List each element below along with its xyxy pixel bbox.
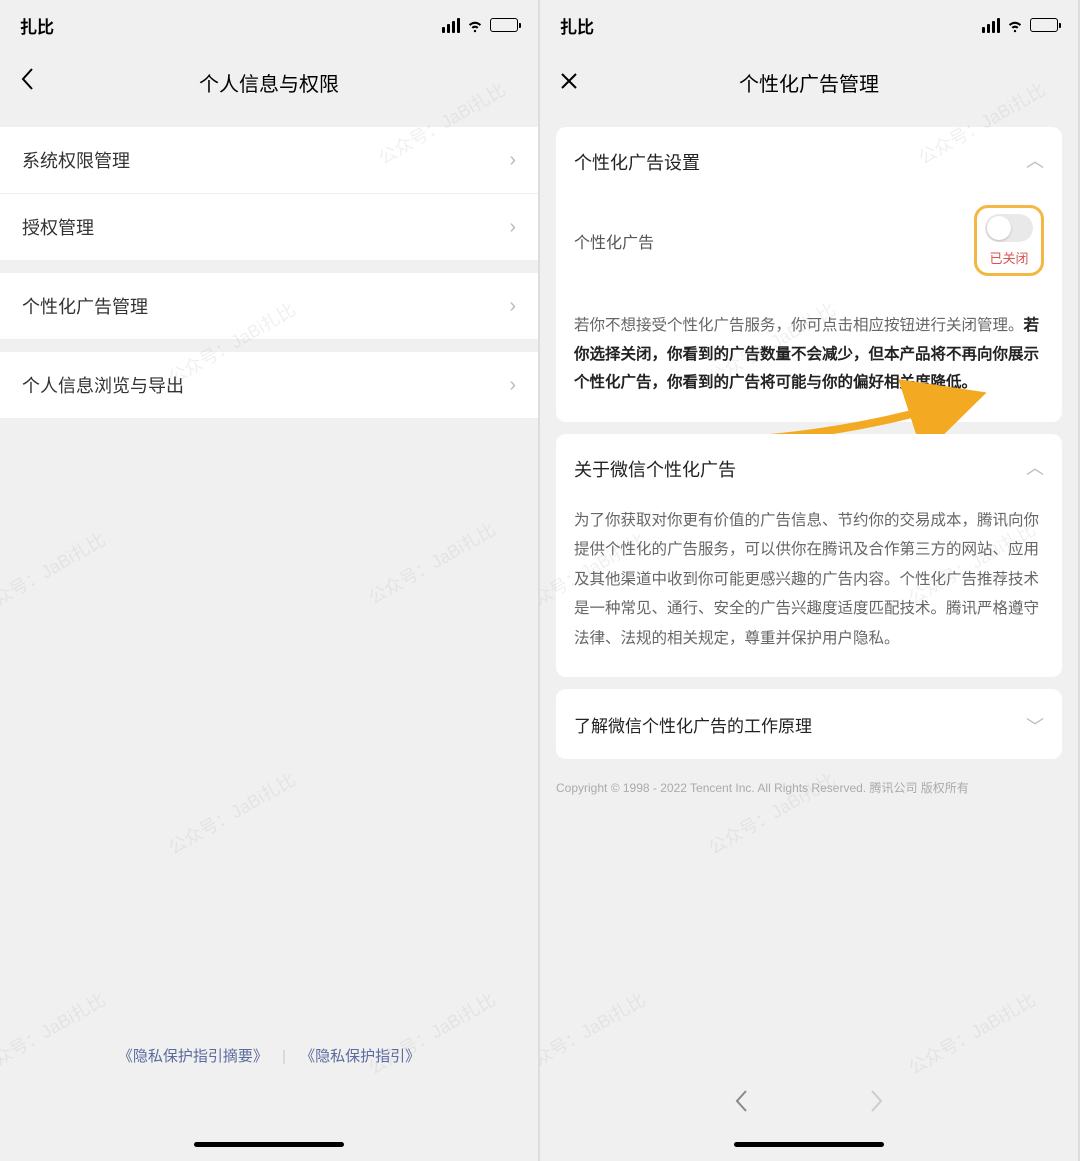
section-header[interactable]: 了解微信个性化广告的工作原理 ︿: [574, 711, 1044, 737]
separator: |: [282, 1048, 286, 1065]
personalized-ads-toggle[interactable]: [985, 214, 1033, 242]
toggle-label: 个性化广告: [574, 229, 654, 253]
battery-icon: [1030, 18, 1058, 32]
nav-bar: 个性化广告管理: [540, 50, 1078, 115]
chevron-right-icon: ›: [509, 295, 516, 318]
section-body: 为了你获取对你更有价值的广告信息、节约你的交易成本，腾讯向你提供个性化的广告服务…: [574, 506, 1044, 653]
back-button[interactable]: [20, 67, 34, 98]
toggle-row: 个性化广告 已关闭: [574, 205, 1044, 276]
link-privacy-guide[interactable]: 《隐私保护指引》: [300, 1048, 420, 1065]
chevron-up-icon: ︿: [1026, 454, 1044, 480]
carrier-label: 扎比: [560, 13, 594, 38]
chevron-right-icon: ›: [509, 216, 516, 239]
nav-back-icon[interactable]: [733, 1088, 749, 1121]
item-personalized-ads[interactable]: 个性化广告管理 ›: [0, 273, 538, 340]
signal-icon: [982, 18, 1000, 33]
signal-icon: [442, 18, 460, 33]
toggle-state-label: 已关闭: [989, 248, 1028, 267]
header-label: 个性化广告设置: [574, 149, 700, 175]
section-description: 若你不想接受个性化广告服务，你可点击相应按钮进行关闭管理。若你选择关闭，你看到的…: [574, 312, 1044, 398]
wifi-icon: [466, 16, 484, 34]
screen-permissions: 扎比 个人信息与权限 系统权限管理 › 授权管理 › 个性化广告管理 › 个人信…: [0, 0, 540, 1161]
chevron-down-icon: ︿: [1026, 713, 1044, 739]
chevron-up-icon: ︿: [1026, 147, 1044, 173]
card-about-ads: 关于微信个性化广告 ︿ 为了你获取对你更有价值的广告信息、节约你的交易成本，腾讯…: [556, 434, 1062, 677]
chevron-right-icon: ›: [509, 374, 516, 397]
page-title: 个人信息与权限: [199, 68, 339, 97]
status-icons: [442, 16, 518, 34]
carrier-label: 扎比: [20, 13, 54, 38]
toggle-knob: [987, 216, 1011, 240]
header-label: 了解微信个性化广告的工作原理: [574, 712, 812, 737]
item-label: 授权管理: [22, 214, 94, 240]
close-button[interactable]: [560, 70, 578, 96]
desc-plain: 若你不想接受个性化广告服务，你可点击相应按钮进行关闭管理。: [574, 317, 1024, 334]
status-bar: 扎比: [540, 0, 1078, 50]
wifi-icon: [1006, 16, 1024, 34]
chevron-right-icon: ›: [509, 149, 516, 172]
header-label: 关于微信个性化广告: [574, 456, 736, 482]
status-bar: 扎比: [0, 0, 538, 50]
nav-forward-icon[interactable]: [869, 1088, 885, 1121]
page-title: 个性化广告管理: [739, 68, 879, 97]
nav-bar: 个人信息与权限: [0, 50, 538, 115]
toggle-highlight: 已关闭: [974, 205, 1044, 276]
item-system-permissions[interactable]: 系统权限管理 ›: [0, 127, 538, 194]
item-label: 系统权限管理: [22, 147, 130, 173]
section-header[interactable]: 关于微信个性化广告 ︿: [574, 456, 1044, 482]
status-icons: [982, 16, 1058, 34]
item-info-export[interactable]: 个人信息浏览与导出 ›: [0, 352, 538, 419]
bottom-links: 《隐私保护指引摘要》 | 《隐私保护指引》: [0, 1045, 538, 1066]
section-header[interactable]: 个性化广告设置 ︿: [574, 149, 1044, 175]
item-label: 个人信息浏览与导出: [22, 372, 184, 398]
home-indicator[interactable]: [194, 1142, 344, 1147]
battery-icon: [490, 18, 518, 32]
item-auth-management[interactable]: 授权管理 ›: [0, 194, 538, 261]
bottom-nav: [540, 1088, 1078, 1121]
card-how-it-works[interactable]: 了解微信个性化广告的工作原理 ︿: [556, 689, 1062, 759]
card-ad-settings: 个性化广告设置 ︿ 个性化广告 已关闭 若你不想接受个性化广告服务，你可点击相应…: [556, 127, 1062, 422]
link-privacy-summary[interactable]: 《隐私保护指引摘要》: [118, 1048, 268, 1065]
copyright: Copyright © 1998 - 2022 Tencent Inc. All…: [556, 779, 1062, 796]
home-indicator[interactable]: [734, 1142, 884, 1147]
screen-ads-management: 扎比 个性化广告管理 个性化广告设置 ︿ 个性化广告 已关闭: [540, 0, 1080, 1161]
item-label: 个性化广告管理: [22, 293, 148, 319]
